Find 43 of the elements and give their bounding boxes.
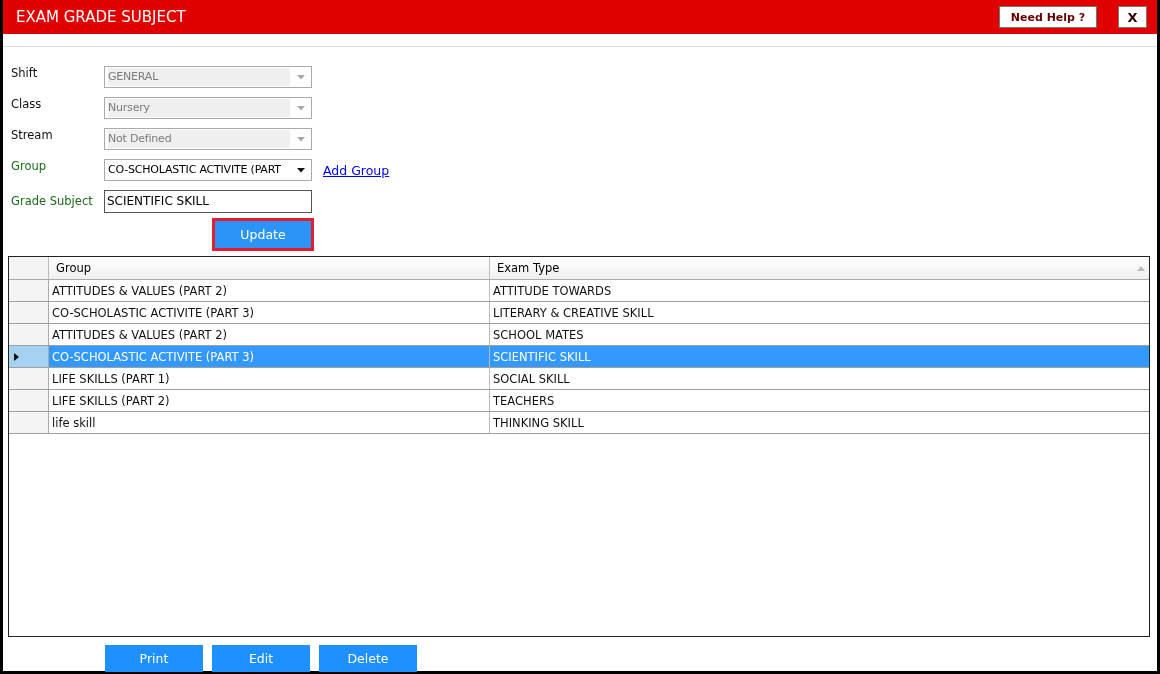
table-cell-text: TEACHERS bbox=[492, 392, 556, 410]
table-cell-text: SCHOOL MATES bbox=[492, 326, 585, 344]
row-header[interactable] bbox=[9, 346, 49, 367]
table-row[interactable]: LIFE SKILLS (PART 1) SOCIAL SKILL bbox=[9, 368, 1149, 390]
dropdown-value: GENERAL bbox=[108, 68, 290, 86]
caret-icon bbox=[297, 74, 305, 80]
dropdown[interactable]: CO-SCHOLASTIC ACTIVITE (PART bbox=[104, 159, 312, 181]
field-label: Shift bbox=[11, 66, 39, 80]
table-cell: CO-SCHOLASTIC ACTIVITE (PART 3) bbox=[49, 302, 490, 323]
table-cell: life skill bbox=[49, 412, 490, 433]
caret-icon bbox=[297, 105, 305, 111]
table-cell-text: THINKING SKILL bbox=[492, 414, 585, 432]
help-button[interactable]: Need Help ? bbox=[999, 6, 1097, 28]
table-cell: LIFE SKILLS (PART 2) bbox=[49, 390, 490, 411]
table-cell-text: ATTITUDE TOWARDS bbox=[492, 282, 613, 300]
table-cell-text: SOCIAL SKILL bbox=[492, 370, 571, 388]
caret-icon bbox=[297, 136, 305, 142]
table-cell: ATTITUDES & VALUES (PART 2) bbox=[49, 324, 490, 345]
table-cell: CO-SCHOLASTIC ACTIVITE (PART 3) bbox=[49, 346, 490, 367]
dropdown-value: Nursery bbox=[108, 99, 290, 117]
table-cell: SCIENTIFIC SKILL bbox=[490, 346, 1149, 367]
row-header bbox=[9, 257, 49, 279]
sort-icon bbox=[1137, 266, 1145, 271]
table-cell-text: LITERARY & CREATIVE SKILL bbox=[492, 304, 655, 322]
caret-icon bbox=[297, 167, 305, 173]
table-cell: LIFE SKILLS (PART 1) bbox=[49, 368, 490, 389]
table-row[interactable]: LIFE SKILLS (PART 2) TEACHERS bbox=[9, 390, 1149, 412]
dropdown-value: CO-SCHOLASTIC ACTIVITE (PART bbox=[108, 162, 281, 178]
input-field[interactable]: SCIENTIFIC SKILL bbox=[104, 189, 312, 213]
table-row[interactable]: CO-SCHOLASTIC ACTIVITE (PART 3) LITERARY & CREATIVE SKILL bbox=[9, 302, 1149, 324]
table-row[interactable]: life skill THINKING SKILL bbox=[9, 412, 1149, 434]
close-button[interactable]: X bbox=[1118, 6, 1147, 28]
column-header[interactable]: Group bbox=[49, 257, 490, 279]
row-pointer-icon bbox=[14, 352, 19, 361]
field-label: Stream bbox=[11, 128, 54, 142]
field-label: Group bbox=[11, 159, 47, 173]
dropdown-value: Not Defined bbox=[108, 130, 290, 148]
add-group-link[interactable]: Add Group bbox=[323, 162, 390, 178]
field-label: Grade Subject bbox=[11, 194, 94, 208]
table-cell: ATTITUDES & VALUES (PART 2) bbox=[49, 280, 490, 301]
table-row[interactable]: ATTITUDES & VALUES (PART 2) ATTITUDE TOWARDS bbox=[9, 280, 1149, 302]
window-title: EXAM GRADE SUBJECT bbox=[16, 8, 186, 26]
field-label: Class bbox=[11, 97, 43, 111]
